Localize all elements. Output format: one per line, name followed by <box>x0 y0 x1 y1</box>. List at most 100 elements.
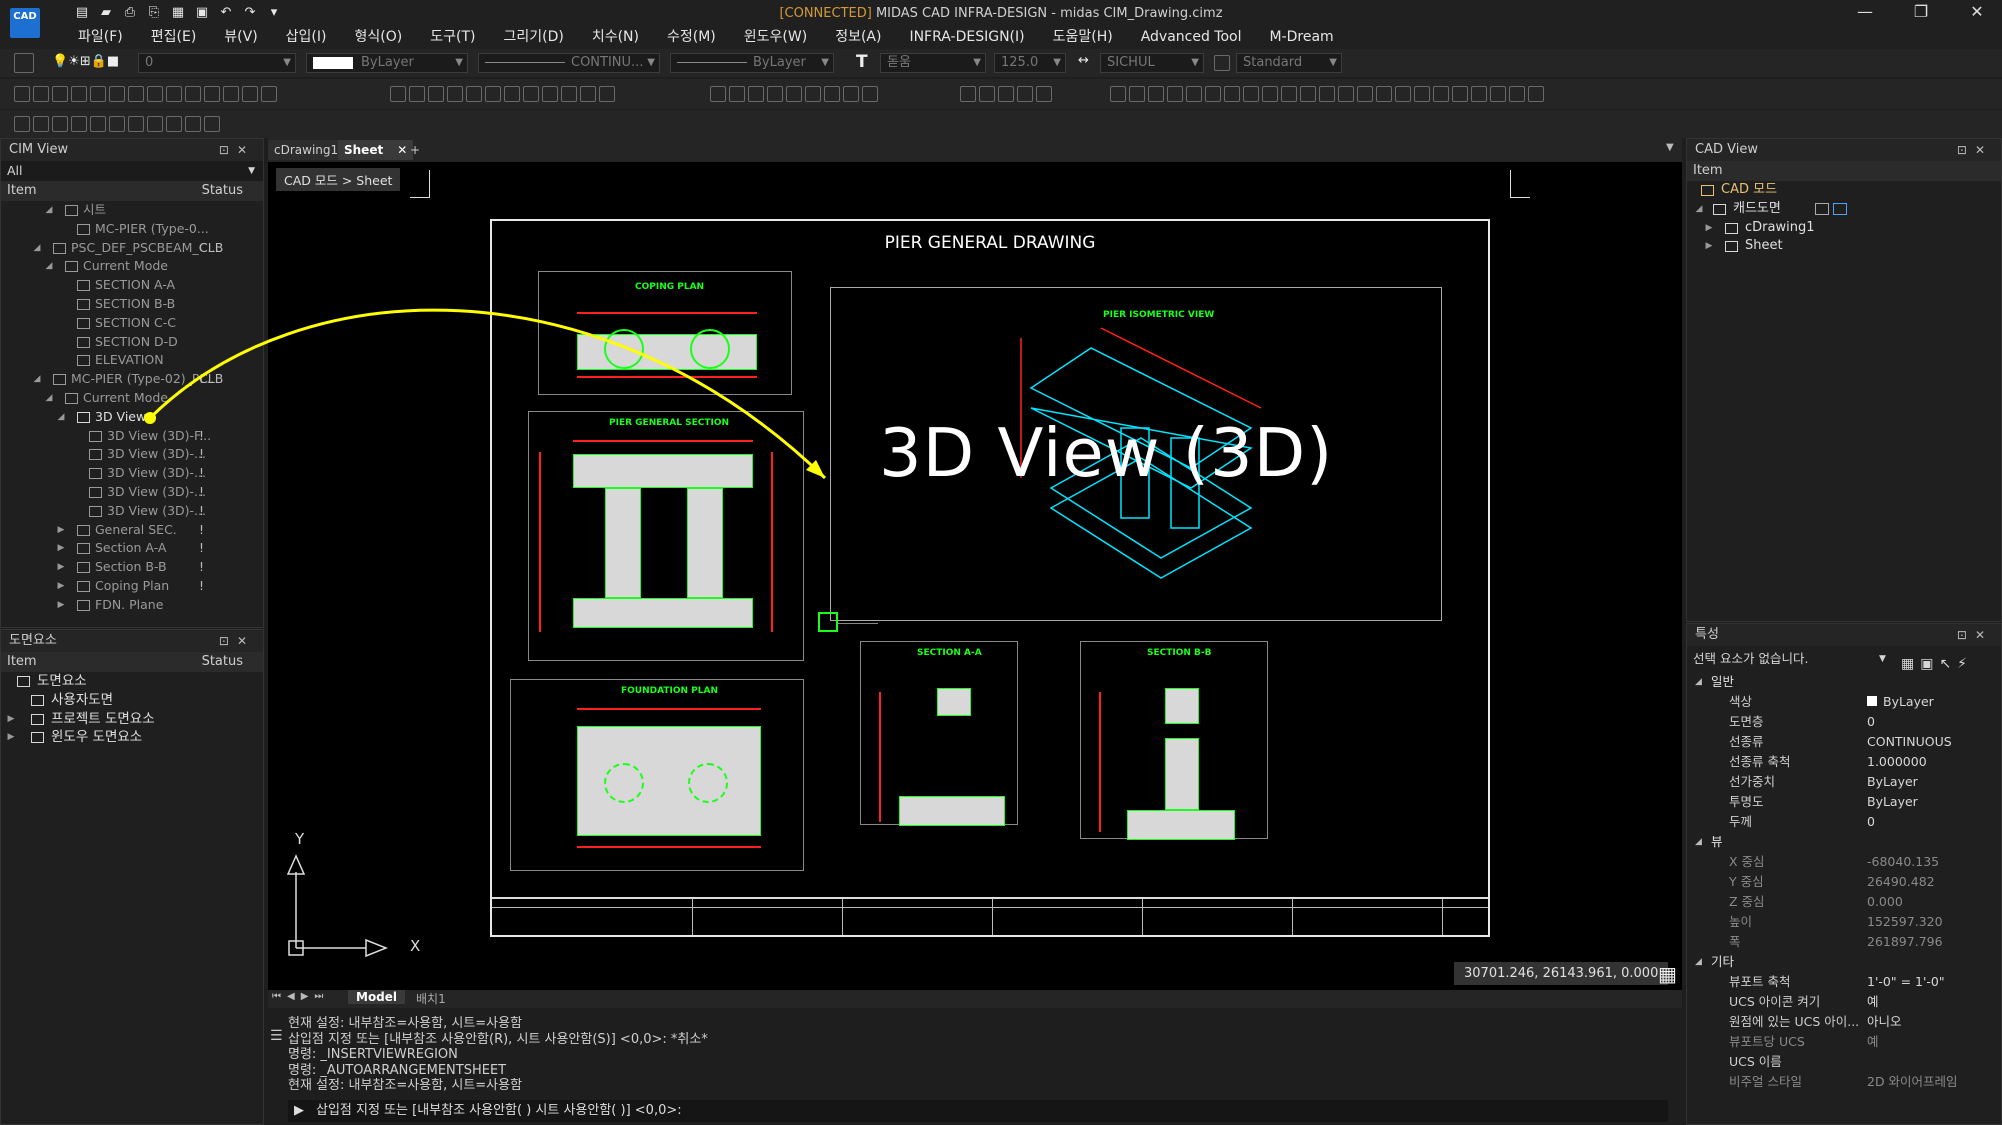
tool-icon[interactable] <box>166 86 182 102</box>
expand-icon[interactable]: ▶ <box>55 577 67 596</box>
text-style-icon[interactable]: T <box>856 52 868 72</box>
property-row[interactable]: 뷰포트 축척 1'-0" = 1'-0" <box>1687 972 2001 992</box>
tool-icon[interactable] <box>542 86 558 102</box>
tool-icon[interactable] <box>710 86 726 102</box>
tool-icon[interactable] <box>580 86 596 102</box>
color-combo[interactable]: ByLayer ▼ <box>306 53 468 73</box>
tool-icon[interactable] <box>242 86 258 102</box>
layout-nav-icons[interactable]: ⏮◀▶⏭ <box>272 991 329 1002</box>
property-row[interactable]: 원점에 있는 UCS 아이... 아니오 <box>1687 1012 2001 1032</box>
property-row[interactable]: Y 중심 26490.482 <box>1687 872 2001 892</box>
collapse-icon[interactable]: ◢ <box>1695 952 1702 972</box>
text-style-combo[interactable]: 돋움 ▼ <box>880 53 986 73</box>
table-style-icon[interactable] <box>1214 55 1230 71</box>
tool-icon[interactable] <box>185 86 201 102</box>
tree-item[interactable]: SECTION B-B <box>1 295 263 314</box>
tab-list-icon[interactable]: ▼ <box>1666 142 1674 153</box>
menu-advanced-tool[interactable]: Advanced Tool <box>1127 26 1256 48</box>
tree-item[interactable]: MC-PIER (Type-0... <box>1 220 263 239</box>
tool-icon[interactable] <box>71 86 87 102</box>
menu-tools[interactable]: 도구(T) <box>416 26 489 48</box>
tool-icon[interactable] <box>1205 86 1221 102</box>
tree-item[interactable]: 도면요소 <box>1 672 263 691</box>
collapse-icon[interactable]: ◢ <box>1693 200 1705 219</box>
menu-help[interactable]: 도움말(H) <box>1039 26 1127 48</box>
tree-item[interactable]: ▶ Coping Plan! <box>1 577 263 596</box>
collapse-icon[interactable]: ◢ <box>43 389 55 408</box>
3d-view-region[interactable]: PIER ISOMETRIC VIEW 3D View (3D) <box>830 287 1442 621</box>
property-row[interactable]: 투명도 ByLayer <box>1687 792 2001 812</box>
tree-item[interactable]: SECTION C-C <box>1 314 263 333</box>
text-height-combo[interactable]: 125.0 ▼ <box>994 53 1066 73</box>
collapse-icon[interactable]: ◢ <box>43 201 55 220</box>
tool-icon[interactable] <box>729 86 745 102</box>
view-mode-active-icon[interactable] <box>1833 202 1847 215</box>
menu-format[interactable]: 형식(O) <box>341 26 417 48</box>
tool-icon[interactable] <box>14 86 30 102</box>
tool-icon[interactable] <box>1129 86 1145 102</box>
minimize-button[interactable]: — <box>1848 2 1882 21</box>
tool-icon[interactable] <box>1017 86 1033 102</box>
tree-item[interactable]: ▶ Section A-A! <box>1 539 263 558</box>
tree-item[interactable]: ▶ Section B-B! <box>1 558 263 577</box>
tool-icon[interactable] <box>960 86 976 102</box>
panel-pin-close-icons[interactable]: ⊡✕ <box>1957 139 1993 161</box>
collapse-icon[interactable]: ◢ <box>55 408 67 427</box>
general-section-view[interactable]: PIER GENERAL SECTION <box>528 411 804 661</box>
cim-filter-combo[interactable]: All ▼ <box>1 161 263 181</box>
tool-icon[interactable] <box>166 116 182 132</box>
tool-icon[interactable] <box>504 86 520 102</box>
property-row[interactable]: 두께 0 <box>1687 812 2001 832</box>
tree-item[interactable]: ▶ cDrawing1 <box>1687 219 2001 238</box>
property-row[interactable]: X 중심 -68040.135 <box>1687 852 2001 872</box>
panel-pin-close-icons[interactable]: ⊡✕ <box>219 139 255 161</box>
tab-model[interactable]: Model <box>348 990 406 1004</box>
property-section[interactable]: ◢ 일반 <box>1687 672 2001 692</box>
tab-sheet[interactable]: Sheet ✕ <box>338 140 414 160</box>
collapse-icon[interactable]: ◢ <box>43 257 55 276</box>
tree-item[interactable]: ◢ MC-PIER (Type-02)_PL... CLB <box>1 370 263 389</box>
grid-toggle-icon[interactable]: ▦ <box>1658 962 1677 986</box>
tool-icon[interactable] <box>1509 86 1525 102</box>
tool-icon[interactable] <box>1110 86 1126 102</box>
tree-item[interactable]: ▶ 윈도우 도면요소 <box>1 728 263 747</box>
tool-icon[interactable] <box>409 86 425 102</box>
tool-icon[interactable] <box>447 86 463 102</box>
tree-item[interactable]: 3D View (3D)-...! <box>1 502 263 521</box>
foundation-plan-view[interactable]: FOUNDATION PLAN <box>510 679 804 871</box>
tool-icon[interactable] <box>390 86 406 102</box>
tool-icon[interactable] <box>109 86 125 102</box>
tool-icon[interactable] <box>1262 86 1278 102</box>
tool-icon[interactable] <box>204 116 220 132</box>
tree-item[interactable]: ▶ 프로젝트 도면요소 <box>1 710 263 729</box>
property-row[interactable]: 선종류 CONTINUOUS <box>1687 732 2001 752</box>
tool-icon[interactable] <box>147 86 163 102</box>
property-row[interactable]: 선가중치 ByLayer <box>1687 772 2001 792</box>
property-row[interactable]: 비주얼 스타일 2D 와이어프레임 <box>1687 1072 2001 1092</box>
tool-icon[interactable] <box>1338 86 1354 102</box>
expand-icon[interactable]: ▶ <box>1703 237 1715 256</box>
drawing-canvas[interactable]: CAD 모드 > Sheet PIER GENERAL DRAWING COPI… <box>144 162 1682 990</box>
tool-icon[interactable] <box>1224 86 1240 102</box>
tree-item[interactable]: 3D View (3D)-...! <box>1 464 263 483</box>
property-row[interactable]: UCS 이름 <box>1687 1052 2001 1072</box>
tool-icon[interactable] <box>1357 86 1373 102</box>
tool-icon[interactable] <box>523 86 539 102</box>
tool-icon[interactable] <box>843 86 859 102</box>
tool-icon[interactable] <box>52 86 68 102</box>
menu-file[interactable]: 파일(F) <box>64 26 137 48</box>
tab-layout1[interactable]: 배치1 <box>408 990 454 1007</box>
tree-item[interactable]: 3D View (3D)-...! <box>1 445 263 464</box>
expand-icon[interactable]: ▶ <box>55 558 67 577</box>
tool-icon[interactable] <box>109 116 125 132</box>
tool-icon[interactable] <box>185 116 201 132</box>
tool-icon[interactable] <box>485 86 501 102</box>
tree-item[interactable]: ELEVATION <box>1 351 263 370</box>
tool-icon[interactable] <box>1243 86 1259 102</box>
tool-icon[interactable] <box>52 116 68 132</box>
dim-style-icon[interactable]: ↔ <box>1078 53 1089 68</box>
property-row[interactable]: 뷰포트당 UCS 예 <box>1687 1032 2001 1052</box>
menu-m-dream[interactable]: M-Dream <box>1256 26 1348 48</box>
menu-draw[interactable]: 그리기(D) <box>489 26 577 48</box>
tool-icon[interactable] <box>599 86 615 102</box>
